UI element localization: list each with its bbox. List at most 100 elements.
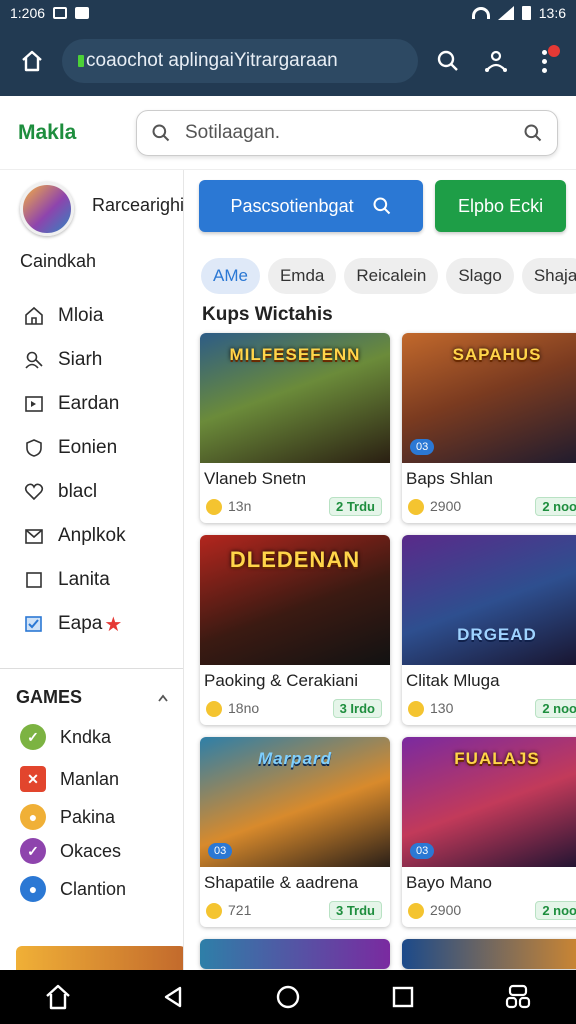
chip[interactable]: Shaja xyxy=(521,258,576,294)
sidebar-item-label: blacl xyxy=(58,481,98,502)
user-profile[interactable]: Rarcearighi Caindkah xyxy=(0,170,183,280)
user-search-icon xyxy=(24,350,44,370)
game-tag: 03 xyxy=(410,439,435,455)
games-section-header[interactable]: GAMES xyxy=(0,669,183,708)
game-thumbnail[interactable]: MILFESEFENN xyxy=(200,333,390,463)
game-title[interactable]: Vlaneb Snetn xyxy=(200,463,390,489)
search-icon xyxy=(152,124,170,141)
browser-toolbar: coaochot aplingaiYitrargaraan xyxy=(0,26,576,96)
sidebar-item-mail[interactable]: Anplkok xyxy=(0,514,183,558)
nav-home-button[interactable] xyxy=(38,977,78,1017)
search-input[interactable]: Sotilaagan. xyxy=(136,109,558,156)
nav-circle-button[interactable] xyxy=(268,977,308,1017)
primary-search-button[interactable]: Pascsotienbgat xyxy=(199,180,424,232)
chip-all[interactable]: AMe xyxy=(201,258,260,294)
game-label: Pakina xyxy=(60,806,116,827)
sidebar-item-search[interactable]: Siarh xyxy=(0,338,183,382)
game-title[interactable]: Clitak Mluga xyxy=(402,665,576,691)
play-box-icon xyxy=(24,394,44,414)
game-art-title: Marpard xyxy=(257,749,333,768)
game-card-partial[interactable] xyxy=(402,939,576,969)
brand-logo[interactable]: Makla xyxy=(18,121,136,145)
games-heading: GAMES xyxy=(16,687,83,707)
game-art-title: FUALAJS xyxy=(454,749,540,768)
sidebar-item-favorites[interactable]: blacl xyxy=(0,470,183,514)
chip[interactable]: Slago xyxy=(446,258,514,294)
game-rating: 13n xyxy=(206,498,251,516)
game-item[interactable]: ✓ Okaces xyxy=(0,834,183,868)
game-thumbnail[interactable]: DLEDENAN xyxy=(200,535,390,665)
sidebar-item-shield[interactable]: Eonien xyxy=(0,426,183,470)
game-meta: 2900 2 noo xyxy=(402,893,576,920)
game-meta: 721 3 Trdu xyxy=(200,893,390,920)
game-art-title: MILFESEFENN xyxy=(229,345,361,364)
game-thumbnail[interactable]: Marpard 03 xyxy=(200,737,390,867)
square-icon xyxy=(24,570,44,590)
action-row: Pascsotienbgat Elpbo Ecki xyxy=(186,170,576,232)
recents-square-icon xyxy=(392,986,414,1008)
book-icon xyxy=(75,7,90,19)
search-button[interactable] xyxy=(430,43,466,79)
game-card[interactable]: DLEDENAN Paoking & Cerakiani 18no 3 Irdo xyxy=(200,535,390,725)
nav-assistant-button[interactable] xyxy=(498,977,538,1017)
heart-icon xyxy=(24,482,44,502)
secondary-button-label: Elpbo Ecki xyxy=(458,195,544,216)
game-title[interactable]: Shapatile & aadrena xyxy=(200,867,390,893)
sidebar-promo-thumbnail[interactable] xyxy=(16,946,183,970)
nav-back-button[interactable] xyxy=(153,977,193,1017)
nav-recents-button[interactable] xyxy=(383,977,423,1017)
game-badge: 3 Irdo xyxy=(332,699,382,718)
secondary-button[interactable]: Elpbo Ecki xyxy=(435,180,566,232)
sidebar: Rarcearighi Caindkah Mloia Siarh Eardan … xyxy=(0,170,184,970)
game-badge: 2 noo xyxy=(535,901,576,920)
game-card[interactable]: FUALAJS 03 Bayo Mano 2900 2 noo xyxy=(402,737,576,927)
search-submit-icon[interactable] xyxy=(523,123,543,143)
avatar[interactable] xyxy=(20,182,74,236)
game-card[interactable]: DRGEAD Clitak Mluga 130 2 noo xyxy=(402,535,576,725)
share-button[interactable] xyxy=(478,43,514,79)
game-item[interactable]: ✓ Kndka xyxy=(0,716,183,758)
game-item[interactable]: ● Pakina xyxy=(0,800,183,834)
home-icon xyxy=(45,984,70,1010)
sidebar-item-home[interactable]: Mloia xyxy=(0,294,183,338)
game-badge: 2 noo xyxy=(535,497,576,516)
game-rating: 130 xyxy=(408,700,453,718)
status-time-left: 1:206 xyxy=(10,5,46,21)
game-thumbnail[interactable]: DRGEAD xyxy=(402,535,576,665)
game-thumbnail[interactable]: SAPAHUS 03 xyxy=(402,333,576,463)
home-icon xyxy=(22,50,42,72)
game-check-icon: ✓ xyxy=(20,838,46,864)
chip[interactable]: Emda xyxy=(267,258,337,294)
game-title[interactable]: Paoking & Cerakiani xyxy=(200,665,390,691)
status-time-right: 13:6 xyxy=(538,5,566,21)
game-card-partial[interactable] xyxy=(200,939,390,969)
sidebar-nav: Mloia Siarh Eardan Eonien blacl Anplkok … xyxy=(0,294,183,646)
game-card[interactable]: Marpard 03 Shapatile & aadrena 721 3 Trd… xyxy=(200,737,390,927)
game-art-title: DRGEAD xyxy=(457,625,537,644)
back-triangle-icon xyxy=(164,986,181,1008)
game-card[interactable]: SAPAHUS 03 Baps Shlan 2900 2 noo xyxy=(402,333,576,523)
chevron-up-icon[interactable] xyxy=(157,693,169,703)
game-label: Manlan xyxy=(60,768,120,789)
game-item[interactable]: ✕ Manlan xyxy=(0,758,183,800)
sidebar-item-media[interactable]: Eardan xyxy=(0,382,183,426)
section-title: Kups Wictahis xyxy=(202,304,333,325)
shield-icon xyxy=(24,438,44,458)
chip[interactable]: Reicalein xyxy=(344,258,439,294)
sidebar-item-list[interactable]: Lanita xyxy=(0,558,183,602)
menu-button[interactable] xyxy=(526,43,562,79)
game-card[interactable]: MILFESEFENN Vlaneb Snetn 13n 2 Trdu xyxy=(200,333,390,523)
url-bar[interactable]: coaochot aplingaiYitrargaraan xyxy=(62,39,418,83)
more-vert-icon xyxy=(541,49,547,73)
game-title[interactable]: Baps Shlan xyxy=(402,463,576,489)
game-thumbnail[interactable]: FUALAJS 03 xyxy=(402,737,576,867)
home-button[interactable] xyxy=(14,43,50,79)
game-title[interactable]: Bayo Mano xyxy=(402,867,576,893)
sidebar-item-label: Anplkok xyxy=(58,525,126,546)
game-app-icon: ✕ xyxy=(20,766,46,792)
game-item[interactable]: ● Clantion xyxy=(0,868,183,910)
share-icon xyxy=(485,50,507,72)
smiley-icon xyxy=(206,903,222,920)
assistant-icon xyxy=(506,984,531,1009)
sidebar-item-featured[interactable]: Eapa ★ xyxy=(0,602,183,646)
